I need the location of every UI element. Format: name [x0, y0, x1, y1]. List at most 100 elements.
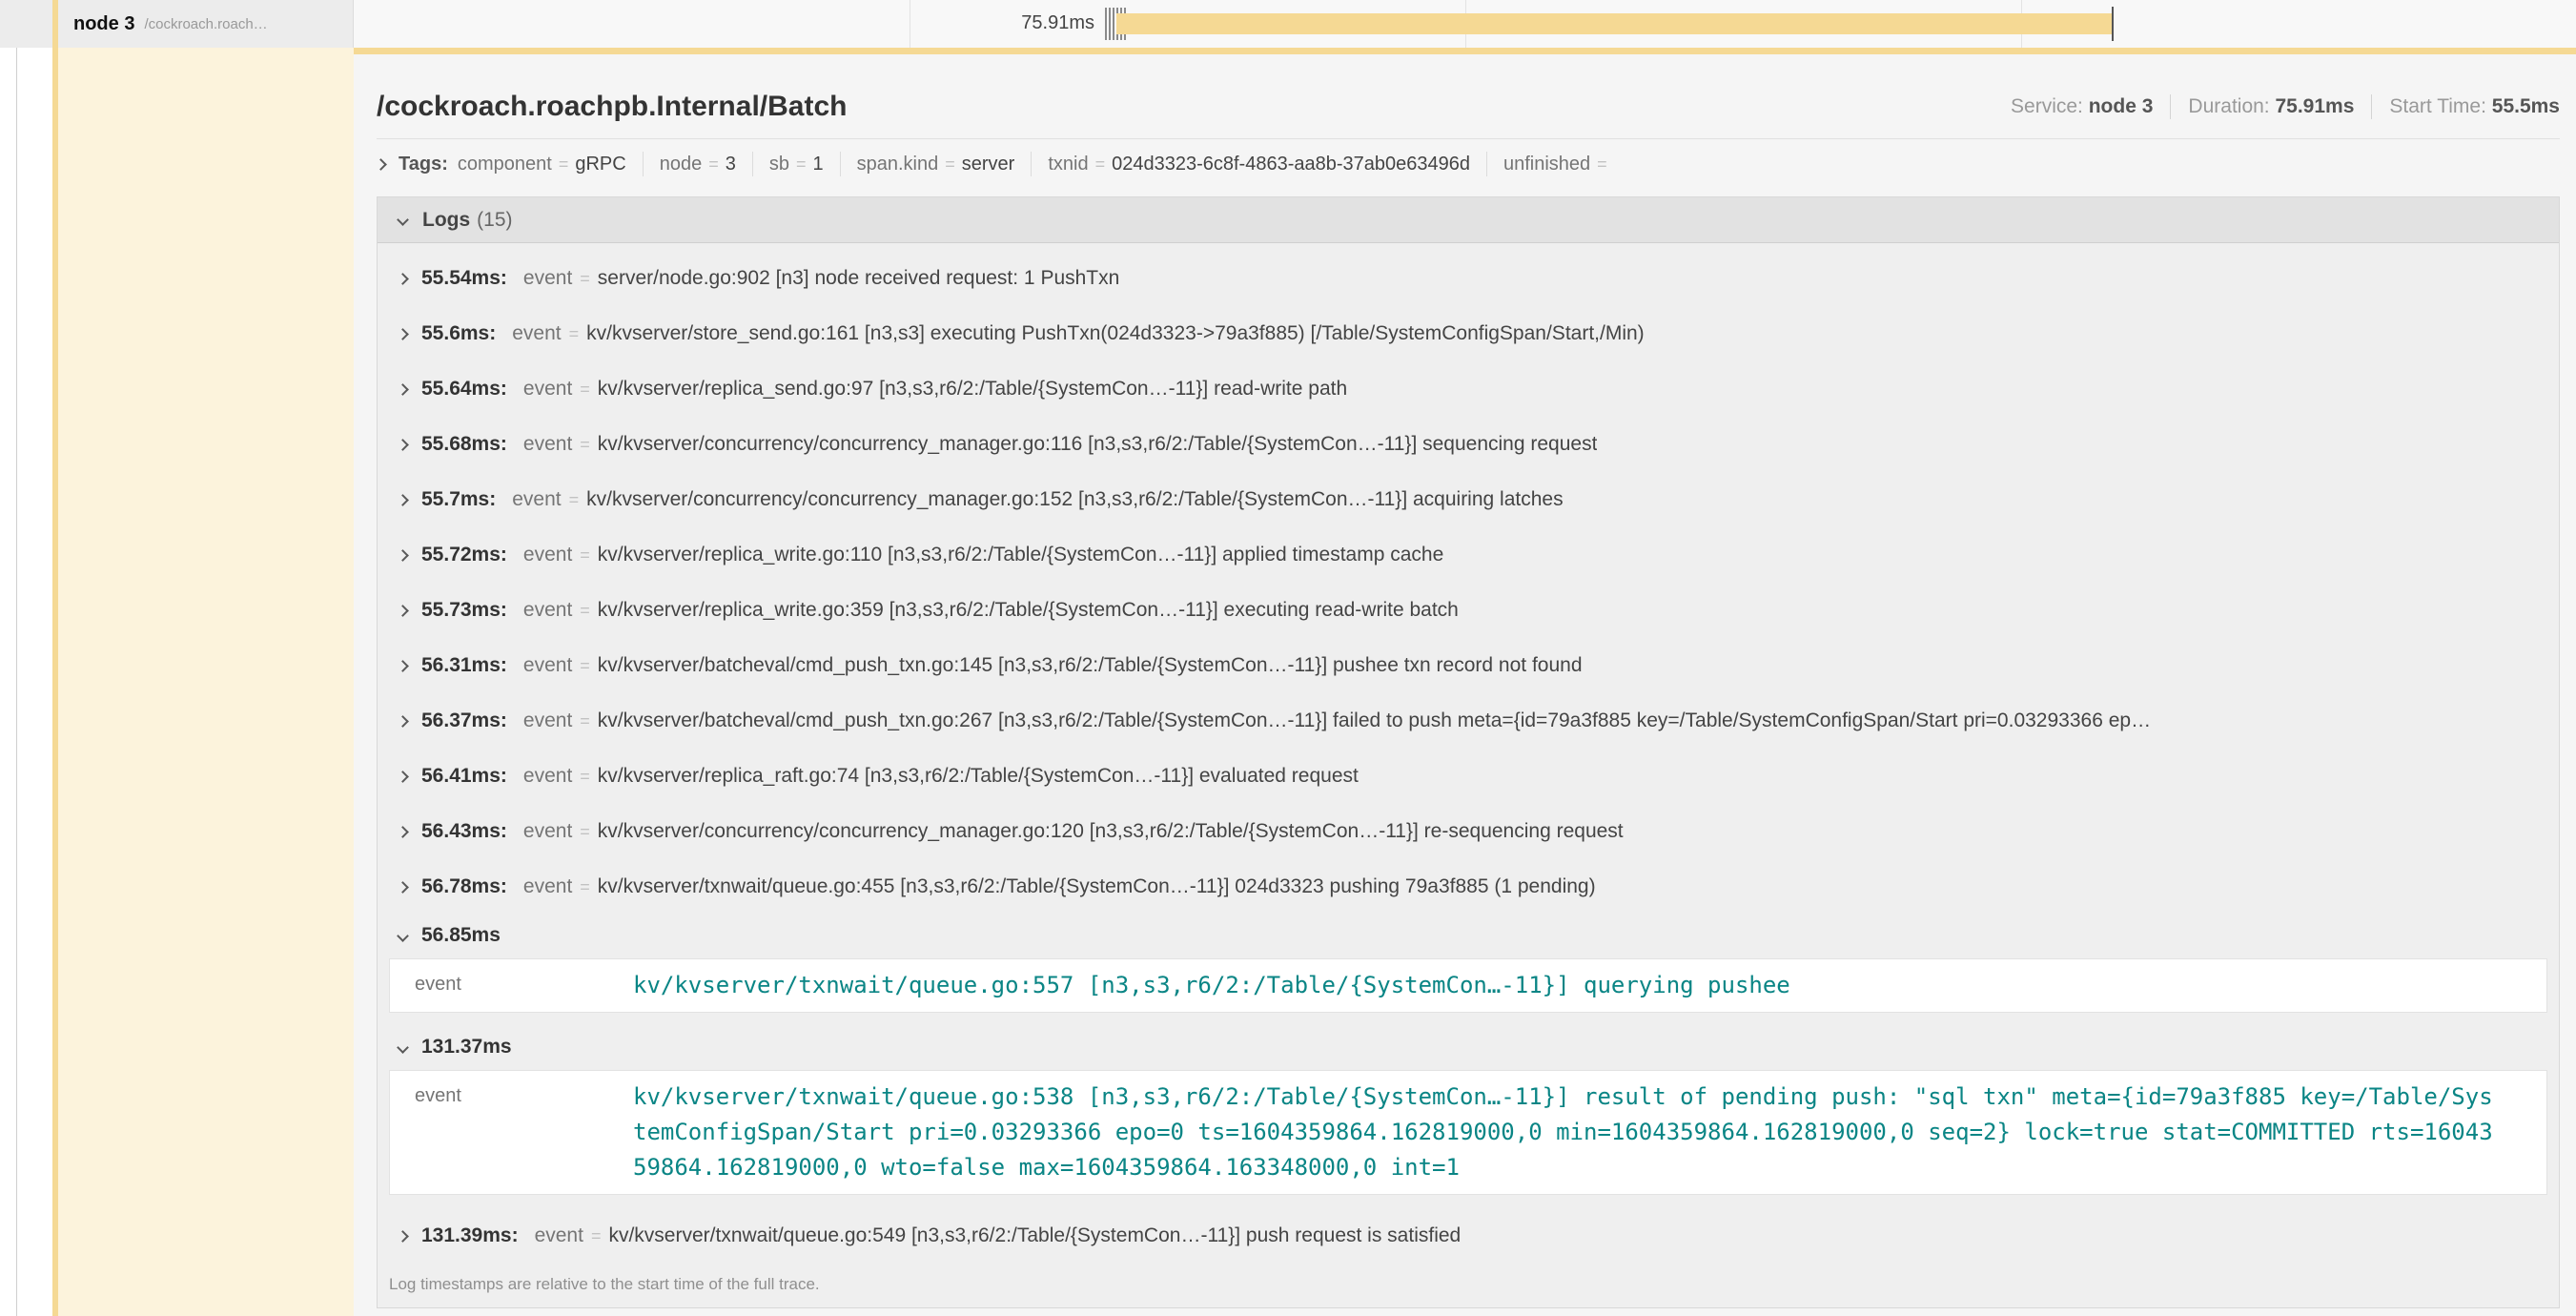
chevron-right-icon[interactable] — [397, 771, 409, 783]
log-field: event — [415, 1080, 633, 1185]
tag-separator — [643, 152, 644, 176]
log-timestamp: 56.85ms — [421, 924, 501, 947]
logs-accordion: Logs (15) 55.54ms: event = server/node.g… — [377, 196, 2560, 1308]
span-detail-panel: /cockroach.roachpb.Internal/Batch Servic… — [354, 48, 2576, 1316]
span-service-name: node 3 — [73, 13, 134, 35]
span-operation-title: /cockroach.roachpb.Internal/Batch — [377, 91, 847, 123]
chevron-down-icon[interactable] — [397, 214, 409, 226]
chevron-right-icon[interactable] — [397, 1230, 409, 1243]
log-value-mono: kv/kvserver/txnwait/queue.go:557 [n3,s3,… — [633, 968, 2498, 1003]
log-timestamp: 56.43ms: — [421, 820, 507, 843]
log-value: kv/kvserver/concurrency/concurrency_mana… — [598, 820, 1624, 843]
span-timeline-row[interactable]: node 3 /cockroach.roach… 75.91ms — [0, 0, 2576, 48]
log-value: server/node.go:902 [n3] node received re… — [598, 267, 1120, 290]
logs-accordion-header[interactable]: Logs (15) — [378, 197, 2559, 243]
selected-span-column-highlight — [58, 48, 354, 1316]
log-row-expanded-header[interactable]: 131.37ms — [378, 1026, 2559, 1068]
log-field: event — [512, 322, 561, 345]
tag-unfinished: unfinished= — [1503, 154, 1614, 175]
chevron-right-icon[interactable] — [397, 439, 409, 451]
span-color-stripe — [52, 0, 58, 1316]
log-row[interactable]: 56.43ms: event = kv/kvserver/concurrency… — [378, 804, 2559, 859]
log-equals: = — [580, 380, 590, 400]
log-row[interactable]: 55.72ms: event = kv/kvserver/replica_wri… — [378, 527, 2559, 583]
log-value: kv/kvserver/store_send.go:161 [n3,s3] ex… — [586, 322, 1645, 345]
log-timestamp: 55.73ms: — [421, 599, 507, 622]
log-field: event — [512, 488, 561, 511]
log-field: event — [523, 820, 572, 843]
log-field: event — [523, 378, 572, 401]
meta-duration: Duration: 75.91ms — [2188, 95, 2354, 118]
log-value: kv/kvserver/replica_raft.go:74 [n3,s3,r6… — [598, 765, 1359, 788]
log-equals: = — [580, 601, 590, 621]
chevron-right-icon[interactable] — [375, 158, 387, 171]
tag-span-kind: span.kind=server — [857, 154, 1015, 175]
log-field: event — [535, 1224, 583, 1247]
log-row[interactable]: 55.54ms: event = server/node.go:902 [n3]… — [378, 251, 2559, 306]
chevron-right-icon[interactable] — [397, 826, 409, 838]
log-row[interactable]: 131.39ms: event = kv/kvserver/txnwait/qu… — [378, 1208, 2559, 1264]
log-timestamp: 55.7ms: — [421, 488, 496, 511]
logs-title: Logs — [422, 209, 470, 232]
chevron-right-icon[interactable] — [397, 605, 409, 617]
chevron-right-icon[interactable] — [397, 383, 409, 396]
log-value: kv/kvserver/replica_send.go:97 [n3,s3,r6… — [598, 378, 1347, 401]
log-row[interactable]: 55.7ms: event = kv/kvserver/concurrency/… — [378, 472, 2559, 527]
span-duration-label: 75.91ms — [945, 12, 1094, 34]
log-value: kv/kvserver/txnwait/queue.go:549 [n3,s3,… — [608, 1224, 1461, 1247]
span-meta: Service: node 3 Duration: 75.91ms Start … — [2011, 94, 2560, 123]
log-equals: = — [569, 324, 580, 344]
log-value-mono: kv/kvserver/txnwait/queue.go:538 [n3,s3,… — [633, 1080, 2498, 1185]
log-equals: = — [580, 822, 590, 842]
log-value: kv/kvserver/concurrency/concurrency_mana… — [598, 433, 1598, 456]
chevron-right-icon[interactable] — [397, 881, 409, 894]
log-timestamp: 131.39ms: — [421, 1224, 519, 1247]
tag-sb: sb=1 — [769, 154, 824, 175]
log-equals: = — [580, 269, 590, 289]
log-equals: = — [580, 656, 590, 676]
log-field: event — [523, 875, 572, 898]
left-gutter-divider — [16, 0, 17, 1316]
log-detail-card: event kv/kvserver/txnwait/queue.go:538 [… — [389, 1070, 2547, 1195]
chevron-right-icon[interactable] — [397, 494, 409, 506]
chevron-down-icon[interactable] — [397, 930, 409, 942]
meta-separator — [2371, 94, 2372, 119]
log-field: event — [523, 765, 572, 788]
span-duration-bar[interactable] — [1116, 13, 2113, 34]
log-value: kv/kvserver/batcheval/cmd_push_txn.go:26… — [598, 709, 2151, 732]
trace-span-detail-page: node 3 /cockroach.roach… 75.91ms /cockro… — [0, 0, 2576, 1316]
chevron-right-icon[interactable] — [397, 715, 409, 728]
log-value: kv/kvserver/concurrency/concurrency_mana… — [586, 488, 1563, 511]
log-field: event — [415, 968, 633, 1003]
log-row[interactable]: 56.31ms: event = kv/kvserver/batcheval/c… — [378, 638, 2559, 693]
span-timeline-track[interactable]: 75.91ms — [354, 0, 2576, 48]
log-row[interactable]: 55.64ms: event = kv/kvserver/replica_sen… — [378, 361, 2559, 417]
tag-separator — [1486, 152, 1487, 176]
log-row[interactable]: 56.78ms: event = kv/kvserver/txnwait/que… — [378, 859, 2559, 915]
log-row[interactable]: 55.6ms: event = kv/kvserver/store_send.g… — [378, 306, 2559, 361]
log-timestamp: 55.54ms: — [421, 267, 507, 290]
log-equals: = — [580, 877, 590, 897]
log-field: event — [523, 544, 572, 566]
log-detail-card: event kv/kvserver/txnwait/queue.go:557 [… — [389, 958, 2547, 1013]
log-timestamp: 55.68ms: — [421, 433, 507, 456]
log-row[interactable]: 55.73ms: event = kv/kvserver/replica_wri… — [378, 583, 2559, 638]
log-timestamp: 131.37ms — [421, 1036, 512, 1059]
log-field: event — [523, 433, 572, 456]
chevron-right-icon[interactable] — [397, 549, 409, 562]
log-row-expanded-header[interactable]: 56.85ms — [378, 915, 2559, 956]
log-row[interactable]: 55.68ms: event = kv/kvserver/concurrency… — [378, 417, 2559, 472]
tags-label: Tags: — [399, 154, 448, 175]
log-value: kv/kvserver/batcheval/cmd_push_txn.go:14… — [598, 654, 1583, 677]
log-row[interactable]: 56.37ms: event = kv/kvserver/batcheval/c… — [378, 693, 2559, 749]
chevron-right-icon[interactable] — [397, 273, 409, 285]
chevron-down-icon[interactable] — [397, 1041, 409, 1054]
log-row[interactable]: 56.41ms: event = kv/kvserver/replica_raf… — [378, 749, 2559, 804]
chevron-right-icon[interactable] — [397, 660, 409, 672]
chevron-right-icon[interactable] — [397, 328, 409, 340]
tag-separator — [1031, 152, 1032, 176]
tags-accordion-header[interactable]: Tags: component=gRPC node=3 sb=1 span.ki… — [377, 139, 2560, 189]
span-bar-end-marker — [2112, 7, 2114, 41]
log-timestamp: 55.64ms: — [421, 378, 507, 401]
log-equals: = — [580, 767, 590, 787]
